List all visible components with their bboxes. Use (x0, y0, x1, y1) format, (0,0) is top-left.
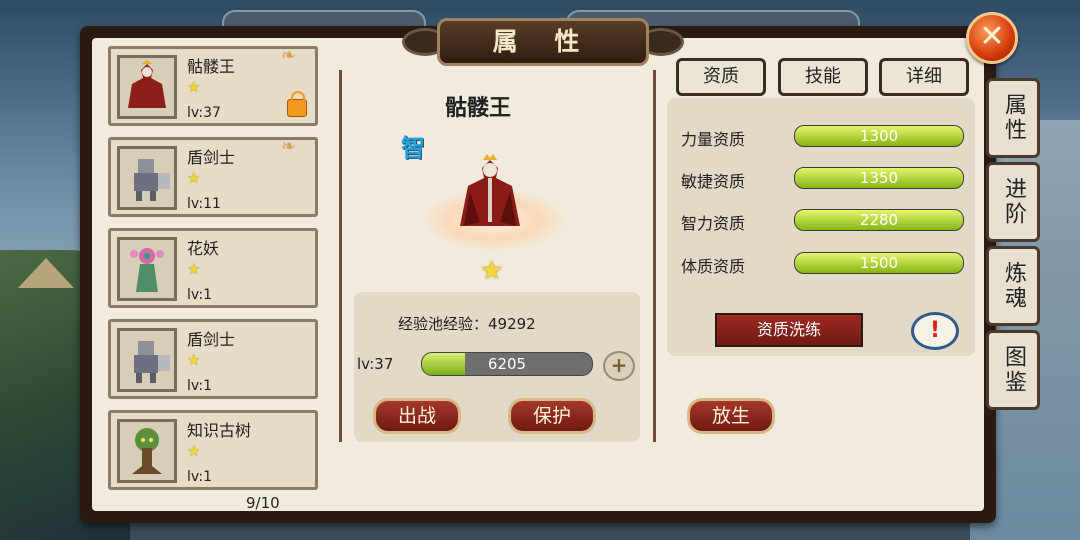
hero-card[interactable]: 骷髅王 ★ lv:37 ❧ (108, 45, 318, 126)
hero-sprite (450, 152, 530, 238)
side-tab-soul-refine[interactable]: 炼魂 (986, 246, 1040, 326)
hero-name: 盾剑士 (187, 148, 236, 167)
aptitude-bar: 1350 (794, 167, 964, 189)
hero-name: 盾剑士 (187, 330, 236, 349)
tab-details[interactable]: 详细 (879, 58, 969, 96)
aptitude-bar: 1500 (794, 252, 964, 274)
panel-title: 属 性 (437, 18, 649, 66)
side-tab-advance[interactable]: 进阶 (986, 162, 1040, 242)
aptitude-value: 2280 (859, 211, 899, 229)
intelligence-badge-icon: 智 (401, 134, 425, 162)
hero-level: lv:1 (187, 287, 213, 303)
close-button[interactable]: ✕ (966, 12, 1018, 64)
hero-name: 知识古树 (187, 421, 252, 440)
aptitude-label: 智力资质 (681, 214, 746, 233)
hero-level: lv:11 (187, 196, 221, 212)
add-exp-button[interactable]: + (603, 351, 635, 381)
lock-icon (287, 91, 307, 117)
aptitude-label: 力量资质 (681, 130, 746, 149)
hero-level: lv:1 (187, 378, 213, 394)
exp-value: 6205 (487, 355, 527, 373)
aptitude-label: 体质资质 (681, 257, 746, 276)
aptitude-value: 1350 (859, 169, 899, 187)
aptitude-bar: 2280 (794, 209, 964, 231)
star-icon: ★ (480, 256, 504, 286)
divider (339, 70, 342, 442)
hero-portrait (117, 55, 177, 119)
plus-icon: + (610, 353, 628, 377)
deploy-button[interactable]: 出战 (373, 398, 461, 434)
hero-portrait (117, 328, 177, 392)
side-tab-attributes[interactable]: 属性 (986, 78, 1040, 158)
aptitude-label: 敏捷资质 (681, 172, 746, 191)
background-tent (18, 258, 74, 288)
star-icon: ★ (187, 169, 201, 187)
tab-skills[interactable]: 技能 (778, 58, 868, 96)
hero-title: 骷髅王 (445, 96, 512, 121)
hero-card[interactable]: 盾剑士 ★ lv:1 (108, 319, 318, 399)
tab-aptitude[interactable]: 资质 (676, 58, 766, 96)
exclamation-icon: ! (929, 318, 941, 343)
hero-name: 骷髅王 (187, 57, 236, 76)
hero-card[interactable]: 花妖 ★ lv:1 (108, 228, 318, 308)
page-indicator: 9/10 (246, 494, 280, 512)
hero-level-label: lv:37 (357, 355, 394, 373)
star-icon: ★ (187, 351, 201, 369)
hero-level: lv:37 (187, 105, 221, 121)
exp-pool-text: 经验池经验：49292 (398, 315, 536, 333)
star-icon: ★ (187, 442, 201, 460)
info-button[interactable]: ! (911, 312, 959, 350)
hero-level: lv:1 (187, 469, 213, 485)
star-icon: ★ (187, 78, 201, 96)
hero-portrait (117, 419, 177, 483)
protect-button[interactable]: 保护 (508, 398, 596, 434)
hero-card[interactable]: 盾剑士 ★ lv:11 ❧ (108, 136, 318, 217)
exp-progress-bar: 6205 (421, 352, 593, 376)
release-button[interactable]: 放生 (687, 398, 775, 434)
aptitude-refine-button[interactable]: 资质洗练 (715, 313, 863, 347)
hero-name: 花妖 (187, 239, 220, 258)
scroll-ornament-icon: ❧ (281, 136, 297, 157)
aptitude-bar: 1300 (794, 125, 964, 147)
close-icon: ✕ (979, 19, 1005, 54)
hero-card[interactable]: 知识古树 ★ lv:1 (108, 410, 318, 490)
hero-portrait (117, 146, 177, 210)
divider (653, 70, 656, 442)
scroll-ornament-icon: ❧ (281, 45, 297, 66)
side-tab-codex[interactable]: 图鉴 (986, 330, 1040, 410)
star-icon: ★ (187, 260, 201, 278)
aptitude-value: 1500 (859, 254, 899, 272)
aptitude-value: 1300 (859, 127, 899, 145)
hero-portrait (117, 237, 177, 301)
